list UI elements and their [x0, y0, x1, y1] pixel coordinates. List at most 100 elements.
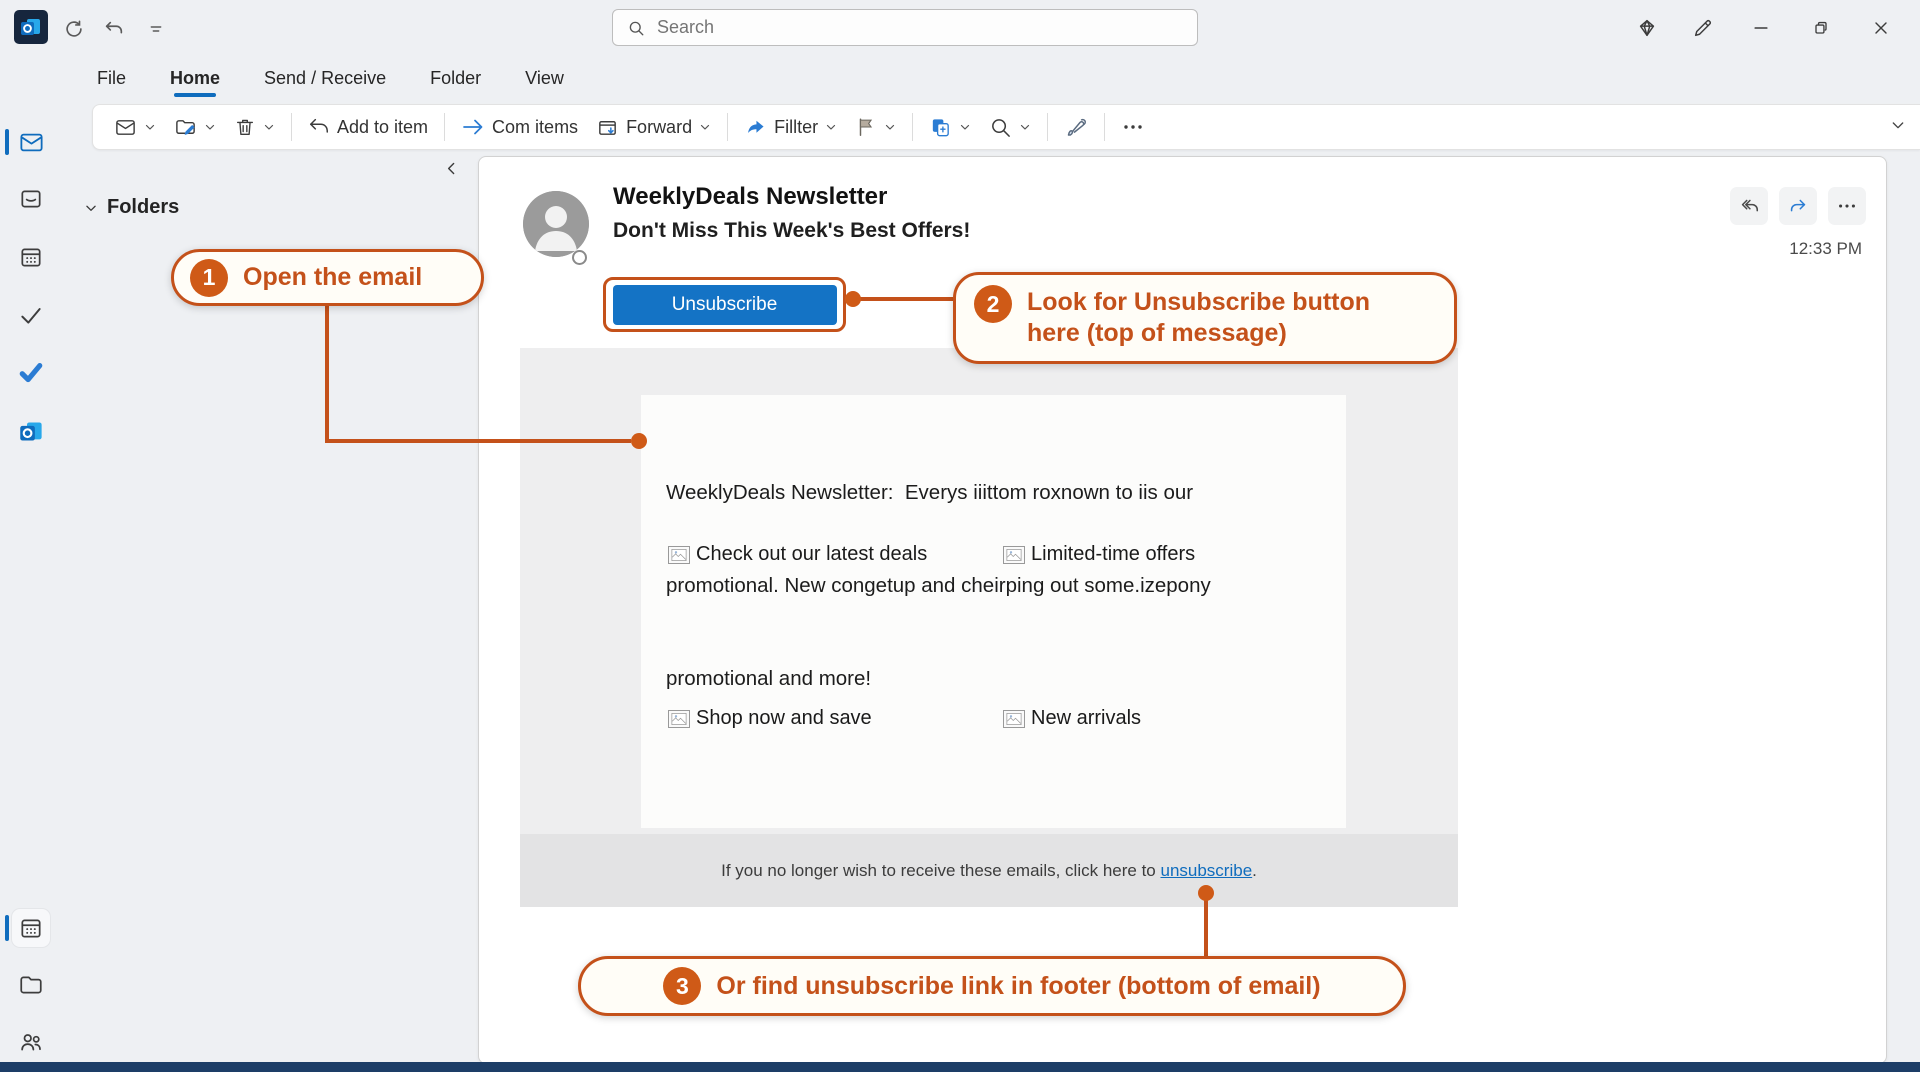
avatar[interactable]	[523, 191, 589, 257]
forward-arrow-icon	[1787, 195, 1809, 217]
search-icon	[627, 19, 645, 37]
restore-button[interactable]	[1800, 8, 1842, 48]
archive-box-icon	[596, 116, 619, 139]
toolbar-divider	[1104, 113, 1105, 141]
share-arrow-icon	[744, 116, 767, 139]
flag-icon	[855, 116, 877, 138]
tab-file[interactable]: File	[95, 64, 128, 93]
annotation3-connector-vertical	[1204, 899, 1208, 956]
rail-archive-button[interactable]	[12, 180, 50, 218]
unsubscribe-link[interactable]: unsubscribe	[1160, 861, 1252, 880]
rail-people-button[interactable]	[12, 1023, 50, 1061]
arrow-right-icon	[461, 115, 485, 139]
undo-icon[interactable]	[98, 13, 130, 45]
annotation-2: 2 Look for Unsubscribe button here (top …	[953, 272, 1457, 364]
toolbar-divider	[1047, 113, 1048, 141]
rail-todo-button[interactable]	[12, 353, 50, 391]
body-line: promotional. New congetup and cheirping …	[666, 570, 1211, 601]
body-line: promotional and more!	[666, 663, 1211, 694]
toolbar-divider	[727, 113, 728, 141]
add-to-item-label: Add to item	[337, 117, 428, 138]
rail-outlook-button[interactable]	[12, 412, 50, 450]
new-mail-button[interactable]	[105, 110, 165, 144]
tab-folder[interactable]: Folder	[428, 64, 483, 93]
toolbar-divider	[912, 113, 913, 141]
sender-name: WeeklyDeals Newsletter	[613, 183, 887, 211]
annotation1-connector-dot	[631, 433, 647, 449]
more-actions-button[interactable]	[1828, 187, 1866, 225]
ribbon-collapse-chevron[interactable]	[1890, 117, 1906, 133]
annotation2-line1: Look for Unsubscribe button	[1027, 287, 1370, 318]
rail-calendar-button[interactable]	[12, 238, 50, 276]
add-to-item-button[interactable]: Add to item	[299, 110, 437, 144]
folder-edit-icon	[174, 116, 197, 139]
annotation1-number: 1	[190, 259, 228, 297]
forward-button[interactable]: Forward	[587, 110, 720, 144]
search-field[interactable]	[655, 16, 1183, 39]
broken-image-icon	[668, 546, 690, 564]
trash-icon	[234, 116, 256, 138]
annotation3-number: 3	[663, 967, 701, 1005]
rail-mail-button[interactable]	[12, 123, 50, 161]
folders-title: Folders	[107, 196, 179, 219]
forward-button-msg[interactable]	[1779, 187, 1817, 225]
customize-toolbar-icon[interactable]	[140, 13, 172, 45]
chevron-down-icon	[263, 121, 275, 133]
clipboard-blue-icon	[929, 116, 952, 139]
tab-home[interactable]: Home	[168, 64, 222, 93]
flag-button[interactable]	[846, 110, 905, 144]
collapse-pane-chevron[interactable]	[443, 160, 460, 177]
outlook-logo-icon	[14, 10, 48, 44]
reply-button[interactable]	[1730, 187, 1768, 225]
tab-view[interactable]: View	[523, 64, 566, 93]
message-actions	[1730, 187, 1866, 225]
broken-image-icon	[668, 710, 690, 728]
close-button[interactable]	[1860, 8, 1902, 48]
chevron-down-icon	[204, 121, 216, 133]
com-items-button[interactable]: Com items	[452, 110, 587, 144]
annotation2-number: 2	[974, 285, 1012, 323]
send-to-button[interactable]	[920, 110, 980, 144]
filter-label: Fillter	[774, 117, 818, 138]
ribbon-toolbar: Add to item Com items Forward	[92, 104, 1920, 150]
chevron-down-icon	[144, 121, 156, 133]
calendar-icon	[18, 244, 44, 270]
chevron-down-icon	[959, 121, 971, 133]
tab-send-receive[interactable]: Send / Receive	[262, 64, 388, 93]
edit-pencil-icon[interactable]	[1682, 8, 1724, 48]
body-line: WeeklyDeals Newsletter: Everys iiittom r…	[666, 477, 1211, 508]
move-folder-button[interactable]	[165, 110, 225, 144]
image-alt-text: New arrivals	[1031, 707, 1141, 730]
ink-pen-button[interactable]	[1055, 110, 1097, 144]
todo-check-icon	[17, 358, 45, 386]
premium-diamond-icon[interactable]	[1626, 8, 1668, 48]
image-placeholder: New arrivals	[1003, 707, 1141, 730]
unsubscribe-highlight-box: Unsubscribe	[603, 277, 846, 332]
image-alt-text: Limited-time offers	[1031, 543, 1195, 566]
rail-calendar2-button[interactable]	[12, 909, 50, 947]
toolbar-divider	[291, 113, 292, 141]
footer-text: If you no longer wish to receive these e…	[721, 861, 1160, 880]
folders-header[interactable]: Folders	[84, 196, 179, 219]
sync-icon[interactable]	[58, 13, 90, 45]
annotation1-connector-vertical	[325, 304, 329, 441]
rail-tasks-button[interactable]	[12, 296, 50, 334]
app-rail	[0, 56, 56, 1062]
annotation2-connector-horizontal	[858, 297, 953, 301]
chevron-down-icon	[1019, 121, 1031, 133]
magnifier-icon	[989, 116, 1012, 139]
search-tools-button[interactable]	[980, 110, 1040, 144]
image-placeholder: Shop now and save	[668, 707, 872, 730]
unsubscribe-button[interactable]: Unsubscribe	[613, 285, 837, 325]
undo-arrow-icon	[308, 116, 330, 138]
ribbon-tabs: File Home Send / Receive Folder View	[95, 56, 566, 100]
bottom-window-edge	[0, 1062, 1920, 1072]
rail-folders-button[interactable]	[12, 966, 50, 1004]
filter-button[interactable]: Fillter	[735, 110, 846, 144]
email-body-content: WeeklyDeals Newsletter: Everys iiittom r…	[641, 395, 1346, 828]
delete-button[interactable]	[225, 110, 284, 144]
minimize-button[interactable]	[1740, 8, 1782, 48]
email-body-canvas: WeeklyDeals Newsletter: Everys iiittom r…	[520, 348, 1458, 907]
more-commands-button[interactable]	[1112, 110, 1154, 144]
search-input[interactable]	[612, 9, 1198, 46]
